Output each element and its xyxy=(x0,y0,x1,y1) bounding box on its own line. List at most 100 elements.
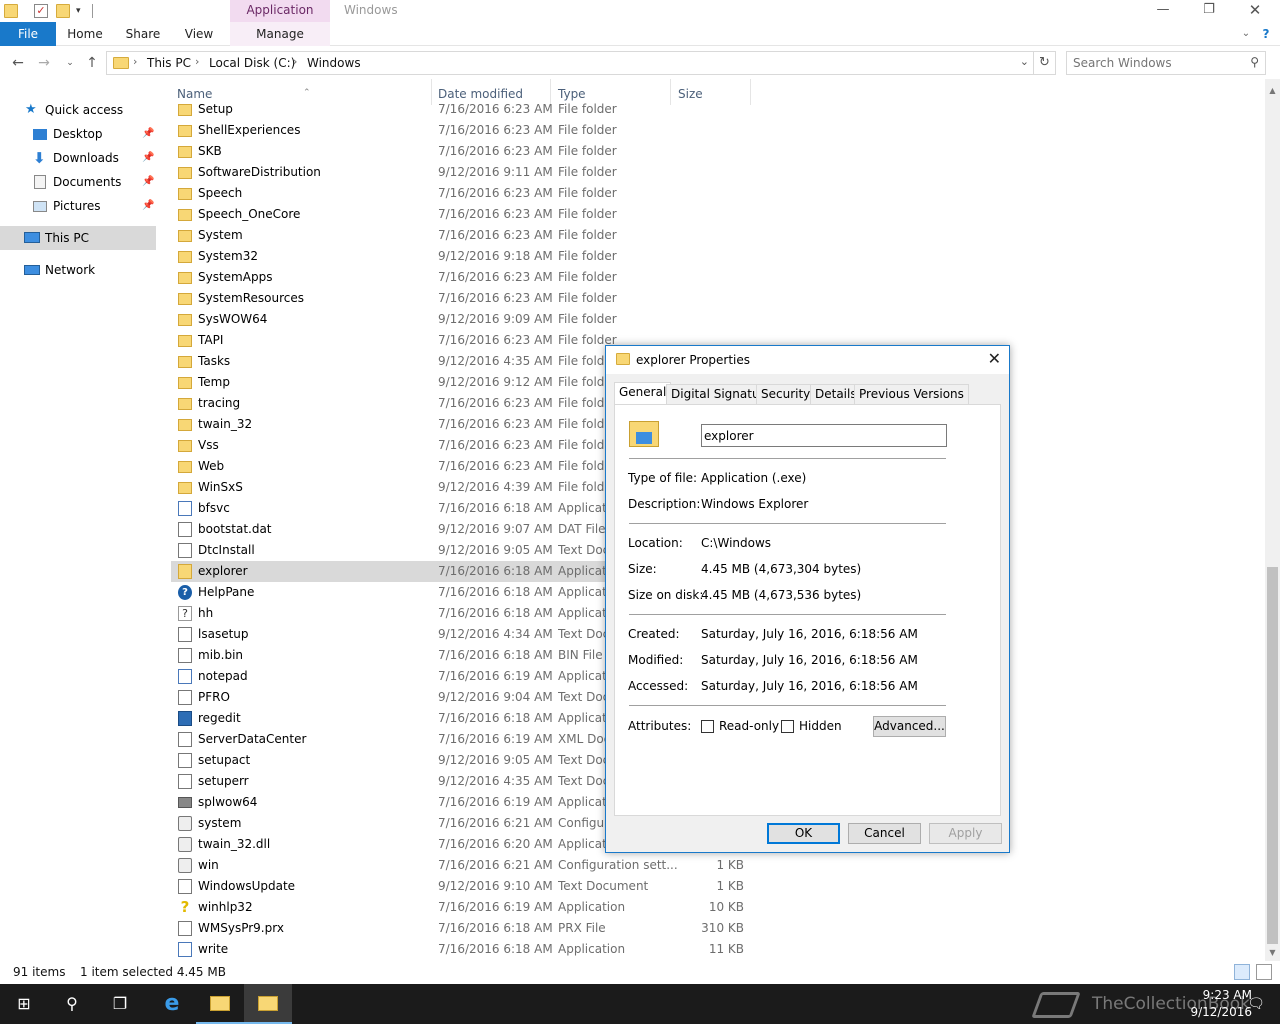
recent-dropdown-icon[interactable]: ⌄ xyxy=(60,54,80,72)
file-row[interactable]: System 7/16/2016 6:23 AM File folder xyxy=(171,225,749,246)
tab-file[interactable]: File xyxy=(0,22,56,46)
search-input[interactable] xyxy=(1073,55,1243,71)
file-row[interactable]: WMSysPr9.prx 7/16/2016 6:18 AM PRX File 310… xyxy=(171,918,749,939)
help-icon[interactable]: ? xyxy=(1256,22,1276,46)
file-name-field[interactable] xyxy=(701,424,947,447)
file-date: 7/16/2016 6:19 AM xyxy=(438,669,553,683)
breadcrumb-windows[interactable]: Windows xyxy=(307,56,361,70)
file-row[interactable]: Speech_OneCore 7/16/2016 6:23 AM File fold… xyxy=(171,204,749,225)
file-type: PRX File xyxy=(558,921,606,935)
tab-previous-versions[interactable]: Previous Versions xyxy=(854,384,969,404)
task-view-icon[interactable]: ❐ xyxy=(96,984,144,1024)
notifications-icon[interactable]: 🗨 xyxy=(1236,984,1276,1024)
file-row[interactable]: SKB 7/16/2016 6:23 AM File folder xyxy=(171,141,749,162)
file-date: 7/16/2016 6:23 AM xyxy=(438,291,553,305)
nav-quick-access[interactable]: ★ Quick access xyxy=(0,98,156,122)
advanced-button[interactable]: Advanced... xyxy=(873,716,946,737)
file-row[interactable]: write 7/16/2016 6:18 AM Application 11 KB xyxy=(171,939,749,960)
tab-home[interactable]: Home xyxy=(62,22,108,46)
chevron-down-icon[interactable]: ⌄ xyxy=(1020,55,1029,68)
large-icons-view-icon[interactable] xyxy=(1256,964,1272,980)
read-only-label[interactable]: Read-only xyxy=(719,719,779,733)
file-row[interactable]: win 7/16/2016 6:21 AM Configuration sett..… xyxy=(171,855,749,876)
file-name: TAPI xyxy=(198,333,224,347)
hidden-checkbox[interactable] xyxy=(781,720,794,733)
documents-icon xyxy=(34,175,46,189)
file-row[interactable]: WindowsUpdate 9/12/2016 9:10 AM Text Docum… xyxy=(171,876,749,897)
back-icon[interactable]: ← xyxy=(8,54,28,72)
divider xyxy=(629,705,946,706)
new-folder-icon[interactable] xyxy=(56,4,70,18)
scroll-down-icon[interactable]: ▼ xyxy=(1265,945,1280,960)
breadcrumb-this-pc[interactable]: This PC xyxy=(147,56,191,70)
file-row[interactable]: Speech 7/16/2016 6:23 AM File folder xyxy=(171,183,749,204)
file-type: File folder xyxy=(558,270,617,284)
file-row[interactable]: SystemApps 7/16/2016 6:23 AM File folder xyxy=(171,267,749,288)
tab-manage[interactable]: Manage xyxy=(230,22,330,46)
search-icon[interactable]: ⚲ xyxy=(48,984,96,1024)
pin-icon[interactable]: 📌 xyxy=(142,122,154,146)
close-button[interactable]: ✕ xyxy=(1232,0,1278,22)
folder-icon[interactable] xyxy=(4,4,18,18)
file-row[interactable]: SystemResources 7/16/2016 6:23 AM File fol… xyxy=(171,288,749,309)
tab-view[interactable]: View xyxy=(178,22,220,46)
doc-icon xyxy=(178,690,192,705)
file-row[interactable]: SysWOW64 9/12/2016 9:09 AM File folder xyxy=(171,309,749,330)
chevron-right-icon[interactable]: › xyxy=(293,55,297,68)
nav-downloads[interactable]: ⬇ Downloads 📌 xyxy=(0,146,156,170)
file-row[interactable]: ShellExperiences 7/16/2016 6:23 AM File fo… xyxy=(171,120,749,141)
chevron-right-icon[interactable]: › xyxy=(195,55,199,68)
ribbon-tabs: File Home Share View Manage ⌄ ? xyxy=(0,22,1280,46)
minimize-button[interactable]: — xyxy=(1140,0,1186,22)
file-explorer-active-icon[interactable] xyxy=(244,984,292,1024)
file-row[interactable]: SoftwareDistribution 9/12/2016 9:11 AM Fil… xyxy=(171,162,749,183)
start-button[interactable]: ⊞ xyxy=(0,984,48,1024)
nav-network[interactable]: Network xyxy=(0,258,156,282)
chevron-right-icon[interactable]: › xyxy=(133,55,137,68)
hidden-label[interactable]: Hidden xyxy=(799,719,842,733)
attributes-label: Attributes: xyxy=(628,719,692,733)
internet-explorer-icon[interactable]: e xyxy=(148,984,196,1024)
search-icon[interactable]: ⚲ xyxy=(1250,55,1259,69)
file-explorer-icon[interactable] xyxy=(196,984,244,1024)
search-box[interactable]: ⚲ xyxy=(1066,51,1266,75)
read-only-checkbox[interactable] xyxy=(701,720,714,733)
pin-icon[interactable]: 📌 xyxy=(142,170,154,194)
up-icon[interactable]: ↑ xyxy=(82,54,102,72)
vertical-scrollbar[interactable]: ▲ ▼ xyxy=(1265,79,1280,961)
maximize-button[interactable]: ❐ xyxy=(1186,0,1232,22)
file-date: 9/12/2016 4:35 AM xyxy=(438,354,553,368)
quick-access-dropdown-icon[interactable]: ▾ xyxy=(76,4,90,18)
scrollbar-thumb[interactable] xyxy=(1267,567,1278,944)
address-bar[interactable]: › This PC › Local Disk (C:) › Windows ⌄ xyxy=(106,51,1034,75)
apply-button[interactable]: Apply xyxy=(929,823,1002,844)
ok-button[interactable]: OK xyxy=(767,823,840,844)
nav-documents[interactable]: Documents 📌 xyxy=(0,170,156,194)
breadcrumb-local-disk[interactable]: Local Disk (C:) xyxy=(209,56,295,70)
nav-pictures[interactable]: Pictures 📌 xyxy=(0,194,156,218)
tab-security[interactable]: Security xyxy=(756,384,816,404)
forward-icon[interactable]: → xyxy=(34,54,54,72)
created-value: Saturday, July 16, 2016, 6:18:56 AM xyxy=(701,627,918,641)
expand-ribbon-icon[interactable]: ⌄ xyxy=(1236,22,1256,46)
nav-desktop[interactable]: Desktop 📌 xyxy=(0,122,156,146)
cancel-button[interactable]: Cancel xyxy=(848,823,921,844)
tab-share[interactable]: Share xyxy=(120,22,166,46)
file-name: bfsvc xyxy=(198,501,230,515)
file-row[interactable]: Setup 7/16/2016 6:23 AM File folder xyxy=(171,99,749,120)
pin-icon[interactable]: 📌 xyxy=(142,194,154,218)
dialog-close-icon[interactable]: ✕ xyxy=(988,349,1001,368)
file-date: 7/16/2016 6:23 AM xyxy=(438,417,553,431)
scroll-up-icon[interactable]: ▲ xyxy=(1265,83,1280,98)
details-view-icon[interactable] xyxy=(1234,964,1250,980)
file-name: notepad xyxy=(198,669,248,683)
pin-icon[interactable]: 📌 xyxy=(142,146,154,170)
nav-this-pc[interactable]: This PC xyxy=(0,226,156,250)
doc-icon xyxy=(178,522,192,537)
folder-icon xyxy=(178,482,192,494)
properties-icon[interactable]: ✓ xyxy=(34,4,48,18)
file-row[interactable]: System32 9/12/2016 9:18 AM File folder xyxy=(171,246,749,267)
file-row[interactable]: ? winhlp32 7/16/2016 6:19 AM Application 10 … xyxy=(171,897,749,918)
refresh-icon[interactable]: ↻ xyxy=(1034,51,1056,75)
tab-general[interactable]: General xyxy=(614,382,672,404)
